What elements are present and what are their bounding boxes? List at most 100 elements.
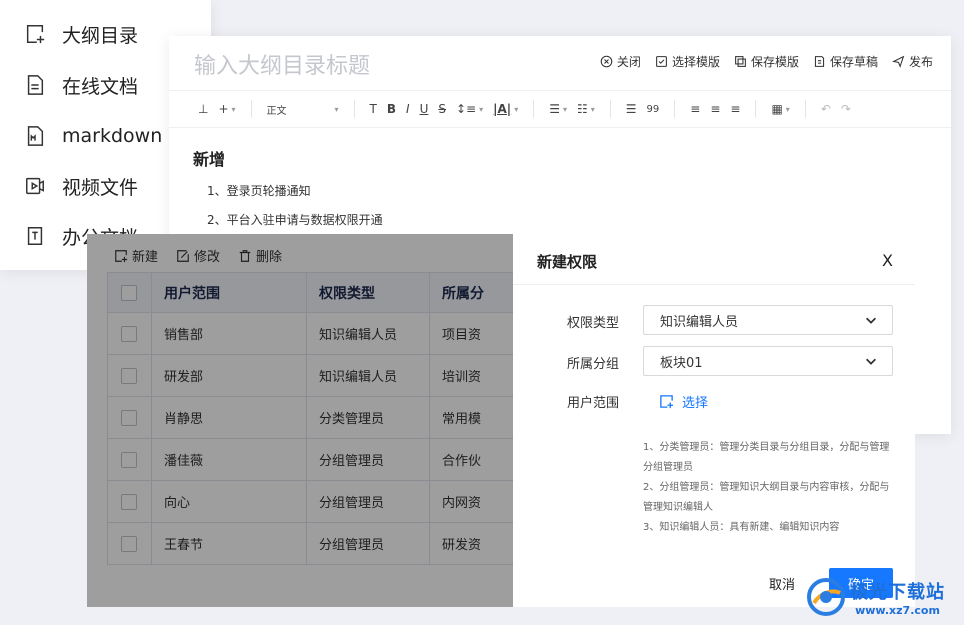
menu-item-markdown[interactable]: markdown xyxy=(24,120,162,152)
group-select[interactable]: 板块01 xyxy=(643,346,893,376)
align-left-icon: ≡ xyxy=(690,102,701,116)
bold-icon: B xyxy=(386,102,397,116)
quote-button[interactable]: 99 xyxy=(642,97,665,121)
menu-item-outline[interactable]: 大纲目录 xyxy=(24,18,138,50)
site-watermark: 极光下载站 www.xz7.com xyxy=(806,574,956,620)
save-draft-button[interactable]: 保存草稿 xyxy=(813,53,878,70)
group-label: 所属分组 xyxy=(567,357,620,372)
send-icon xyxy=(891,55,905,68)
toolbar-divider xyxy=(674,100,676,118)
italic-icon: I xyxy=(406,102,410,116)
chevron-down-icon: ▾ xyxy=(334,104,339,114)
document-icon xyxy=(27,75,44,95)
video-file-icon xyxy=(26,177,44,195)
group-value: 板块01 xyxy=(660,355,703,371)
chevron-down-icon: ▾ xyxy=(479,104,484,114)
line-height-button[interactable]: ↕≡ ▾ xyxy=(451,97,488,121)
select-template-button[interactable]: 选择模版 xyxy=(655,53,720,70)
modal-overlay[interactable] xyxy=(87,234,513,607)
menu-item-video[interactable]: 视频文件 xyxy=(24,170,138,202)
close-label: 关闭 xyxy=(616,55,641,69)
table-icon: ▦ xyxy=(771,102,783,116)
note-line: 2、分组管理员：管理知识大纲目录与内容审核，分配与管理知识编辑人 xyxy=(643,482,890,513)
chevron-down-icon: ▾ xyxy=(562,104,567,114)
numbered-list-icon: ☷ xyxy=(576,102,588,116)
chevron-down-icon xyxy=(866,358,876,365)
permission-type-select[interactable]: 知识编辑人员 xyxy=(643,305,893,335)
toolbar-divider xyxy=(353,100,355,118)
menu-item-label: 在线文档 xyxy=(62,75,139,98)
dialog-title: 新建权限 xyxy=(537,253,598,271)
redo-button[interactable]: ↷ xyxy=(836,97,856,121)
insert-button[interactable]: + ▾ xyxy=(213,97,240,121)
publish-label: 发布 xyxy=(908,55,933,69)
watermark-url: www.xz7.com xyxy=(855,603,940,617)
outline-add-icon xyxy=(26,25,45,44)
align-center-button[interactable]: ≡ xyxy=(705,97,725,121)
numbered-list-button[interactable]: ☷ ▾ xyxy=(572,97,600,121)
menu-item-label: 大纲目录 xyxy=(62,24,139,47)
divider-button[interactable]: ☰ xyxy=(621,97,642,121)
underline-button[interactable]: U xyxy=(415,97,434,121)
underline-icon: U xyxy=(419,102,429,116)
draft-icon xyxy=(814,56,825,67)
bullet-list-button[interactable]: ☰ ▾ xyxy=(544,97,572,121)
chevron-down-icon: ▾ xyxy=(231,104,236,114)
quote-label: 99 xyxy=(646,103,660,115)
font-size-button[interactable]: |A| ▾ xyxy=(488,97,523,121)
menu-item-online-doc[interactable]: 在线文档 xyxy=(24,69,138,101)
align-left-button[interactable]: ≡ xyxy=(685,97,705,121)
outline-title-input[interactable]: 输入大纲目录标题 xyxy=(194,48,370,80)
watermark-text: 极光下载站 www.xz7.com xyxy=(850,578,945,617)
add-select-icon xyxy=(660,395,674,409)
dialog-close-button[interactable]: X xyxy=(882,251,893,270)
close-circle-icon xyxy=(600,55,613,68)
menu-item-label: markdown xyxy=(62,125,163,147)
editor-actions: 关闭 选择模版 保存模版 保存草稿 发布 xyxy=(600,53,933,70)
chevron-down-icon xyxy=(866,317,876,324)
paragraph-style-select[interactable]: 正文 ▾ xyxy=(262,97,344,121)
editor-toolbar: ⊥ + ▾ 正文 ▾ T B I U S ↕≡ ▾ |A| ▾ ☰ ▾ ☷ ▾ ☰ 99 … xyxy=(169,90,951,128)
text-style-button[interactable]: T xyxy=(365,97,382,121)
italic-button[interactable]: I xyxy=(401,97,415,121)
paragraph-style-value: 正文 xyxy=(266,105,287,117)
note-line: 1、分类管理员：管理分类目录与分组目录，分配与管理分组管理员 xyxy=(643,442,890,473)
doc-heading: 新增 xyxy=(193,150,226,169)
permission-type-value: 知识编辑人员 xyxy=(660,314,739,330)
menu-item-label: 视频文件 xyxy=(62,176,139,199)
permission-notes: 1、分类管理员：管理分类目录与分组目录，分配与管理分组管理员 2、分组管理员：管… xyxy=(643,438,895,538)
save-template-button[interactable]: 保存模版 xyxy=(734,53,799,70)
permission-type-label: 权限类型 xyxy=(567,316,620,331)
chevron-down-icon: ▾ xyxy=(590,104,595,114)
undo-button[interactable]: ↶ xyxy=(816,97,836,121)
plus-icon: + xyxy=(218,102,229,116)
copy-icon xyxy=(735,56,746,67)
markdown-icon xyxy=(27,126,44,146)
format-brush-icon: ⊥ xyxy=(198,102,209,116)
format-brush-button[interactable]: ⊥ xyxy=(193,97,213,121)
doc-line: 1、登录页轮播通知 xyxy=(207,184,311,198)
doc-line: 2、平台入驻申请与数据权限开通 xyxy=(207,213,383,227)
cancel-button[interactable]: 取消 xyxy=(753,568,811,598)
toolbar-divider xyxy=(804,100,806,118)
text-icon: T xyxy=(369,102,377,116)
save-template-label: 保存模版 xyxy=(750,55,799,69)
publish-button[interactable]: 发布 xyxy=(891,53,933,70)
align-right-icon: ≡ xyxy=(730,102,741,116)
user-scope-label: 用户范围 xyxy=(567,396,620,411)
align-right-button[interactable]: ≡ xyxy=(725,97,745,121)
strikethrough-button[interactable]: S xyxy=(433,97,451,121)
select-users-button[interactable]: 选择 xyxy=(659,392,708,411)
new-permission-dialog: 新建权限 X 权限类型 知识编辑人员 所属分组 板块01 用户范围 选择 1、分… xyxy=(513,234,915,607)
table-button[interactable]: ▦ ▾ xyxy=(766,97,794,121)
toolbar-divider xyxy=(755,100,757,118)
strikethrough-icon: S xyxy=(438,102,446,116)
select-label: 选择 xyxy=(682,396,709,411)
checkbox-icon xyxy=(656,56,667,67)
site-logo-icon xyxy=(807,578,845,616)
close-button[interactable]: 关闭 xyxy=(600,53,641,70)
chevron-down-icon: ▾ xyxy=(785,104,790,114)
watermark-name: 极光下载站 xyxy=(850,581,945,603)
bold-button[interactable]: B xyxy=(382,97,401,121)
undo-icon: ↶ xyxy=(820,102,831,116)
